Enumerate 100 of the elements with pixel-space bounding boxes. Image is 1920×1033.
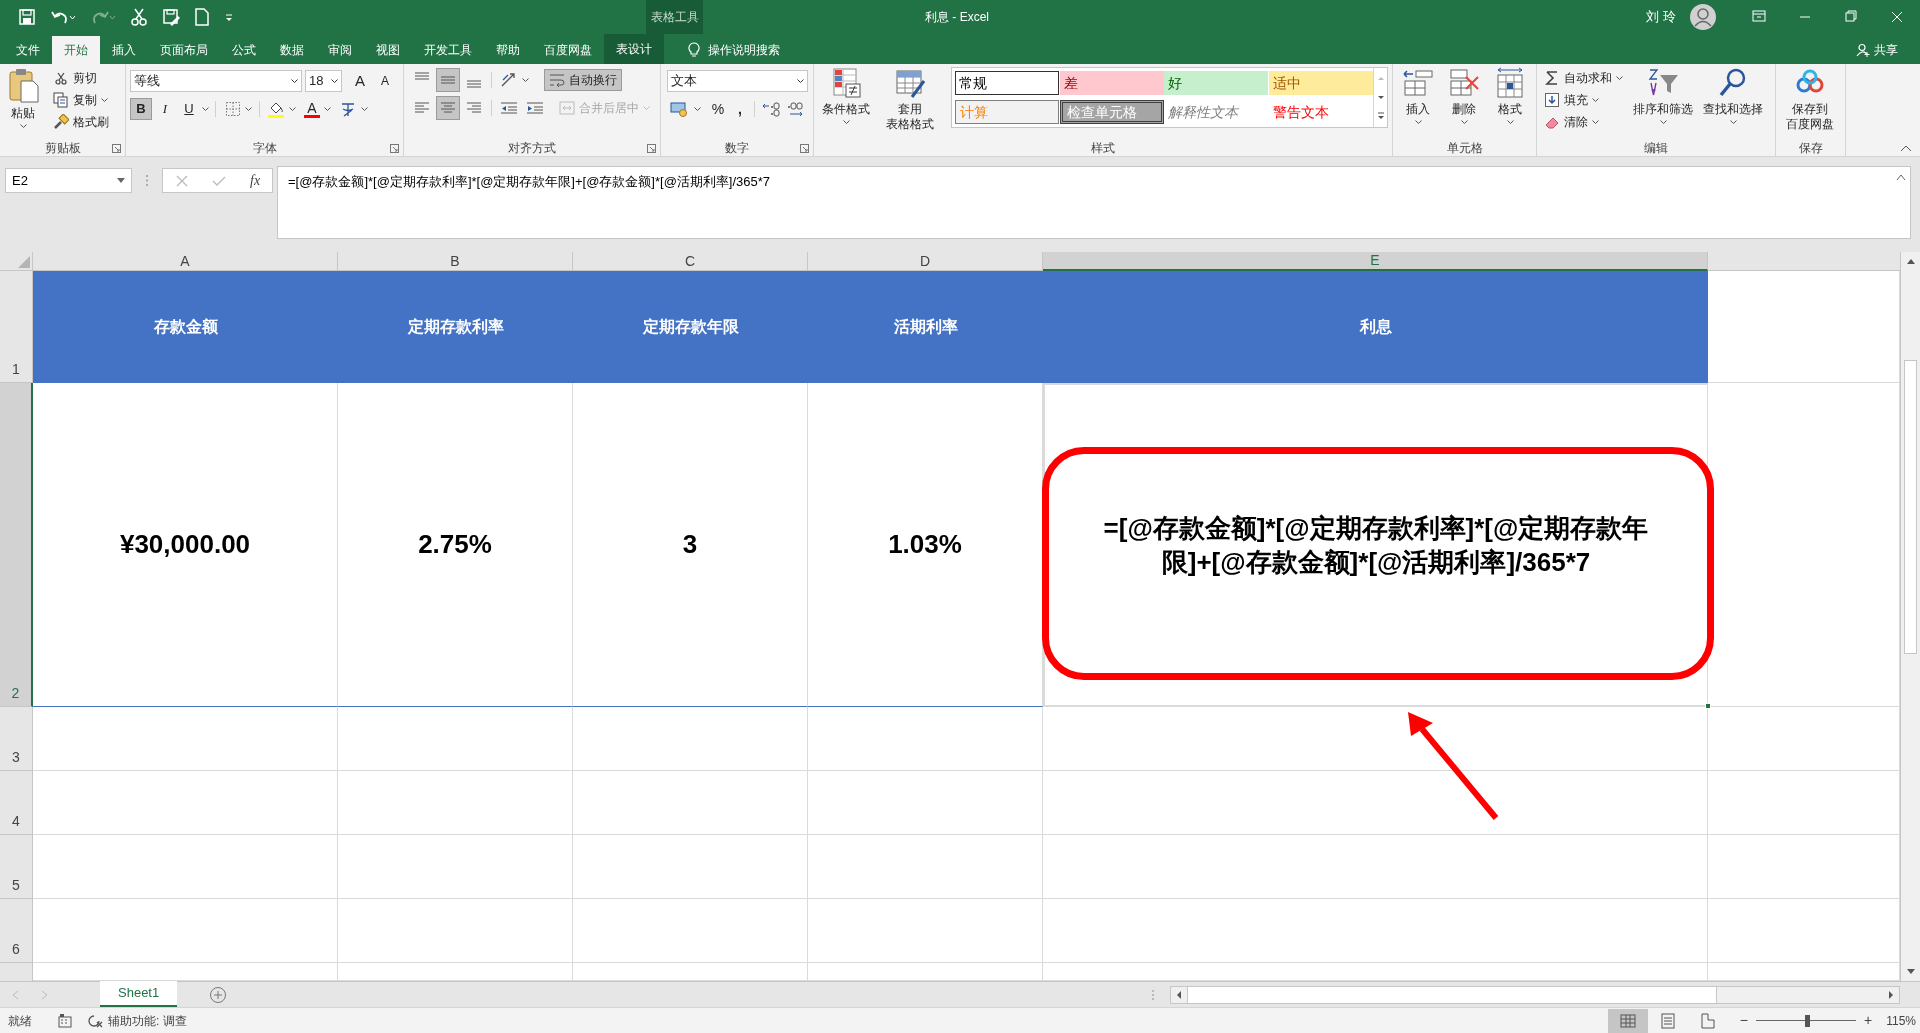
zoom-out-button[interactable]: − <box>1739 1010 1748 1031</box>
find-select-button[interactable]: 查找和选择 <box>1700 67 1766 124</box>
cell-format-icon <box>1494 67 1526 99</box>
slider-thumb[interactable] <box>1805 1014 1810 1027</box>
paint-bucket-icon <box>267 100 285 118</box>
font-color-button[interactable]: A <box>301 98 334 120</box>
ribbon-tab[interactable]: 数据 <box>268 36 316 64</box>
save-icon[interactable] <box>18 8 36 26</box>
ribbon-tab[interactable]: 开发工具 <box>412 36 484 64</box>
cancel-icon[interactable] <box>174 173 189 188</box>
column-header[interactable]: E <box>1043 252 1708 271</box>
avatar[interactable] <box>1690 4 1716 30</box>
autosum-button[interactable]: 自动求和 <box>1541 67 1626 89</box>
insert-button[interactable]: 插入 <box>1397 67 1439 124</box>
table-cell: 1.03% <box>808 383 1043 707</box>
percent-button[interactable]: % <box>708 98 728 120</box>
table-grid-icon <box>830 67 863 99</box>
zoom-slider[interactable] <box>1756 1014 1856 1027</box>
accessibility-status[interactable]: 辅助功能: 调查 <box>88 1011 187 1030</box>
dialog-launcher-icon[interactable] <box>390 144 399 153</box>
conditional-formatting-button[interactable]: 条件格式 <box>818 67 875 124</box>
sigma-icon <box>1544 70 1560 86</box>
tell-me-search[interactable]: 操作说明搜索 <box>688 36 780 64</box>
number-format-dropdown[interactable]: 文本 <box>667 70 808 92</box>
cell-style-item[interactable]: 差 <box>1059 71 1164 95</box>
ribbon-tab[interactable]: 帮助 <box>484 36 532 64</box>
share-button[interactable]: 共享 <box>1856 36 1898 64</box>
clear-button[interactable]: 清除 <box>1541 111 1626 133</box>
dialog-launcher-icon[interactable] <box>112 144 121 153</box>
cell-style-item[interactable]: 常规 <box>955 71 1060 95</box>
ribbon-tab[interactable]: 百度网盘 <box>532 36 604 64</box>
wrap-text-button[interactable]: 自动换行 <box>544 69 622 91</box>
comma-button[interactable]: , <box>732 98 748 120</box>
vertical-align-button[interactable] <box>436 68 460 92</box>
sort-filter-button[interactable]: 排序和筛选 <box>1630 67 1696 124</box>
paste-button[interactable]: 粘贴 <box>4 67 42 128</box>
row-header[interactable]: 2 <box>0 383 33 707</box>
column-header[interactable]: A <box>33 252 338 271</box>
row-header[interactable]: 3 <box>0 707 33 771</box>
zoom-level-button[interactable]: 115% <box>1886 1011 1916 1030</box>
fill-button[interactable]: 填充 <box>1541 89 1626 111</box>
caret-icon <box>522 78 529 82</box>
column-header[interactable]: D <box>808 252 1043 271</box>
save-as-icon[interactable] <box>162 8 180 26</box>
column-header[interactable]: C <box>573 252 808 271</box>
cut-button[interactable]: 剪切 <box>50 67 112 89</box>
cell-style-item[interactable]: 好 <box>1164 71 1269 95</box>
ribbon-tab[interactable]: 视图 <box>364 36 412 64</box>
ribbon-tab[interactable]: 表设计 <box>604 34 664 64</box>
row-header[interactable]: 6 <box>0 899 33 963</box>
bold-button[interactable]: B <box>130 98 152 120</box>
format-as-table-button[interactable]: 套用 表格格式 <box>878 67 942 132</box>
italic-button[interactable]: I <box>154 98 176 120</box>
font-name-dropdown[interactable]: 等线 <box>130 70 302 92</box>
collapse-formula-icon[interactable] <box>1896 173 1906 181</box>
insert-function-button[interactable]: fx <box>250 170 261 191</box>
delete-button[interactable]: 删除 <box>1443 67 1485 124</box>
row-header[interactable]: 5 <box>0 835 33 899</box>
delete-cells-icon <box>1448 67 1480 99</box>
add-sheet-icon[interactable] <box>209 985 228 1004</box>
align-lines-icon <box>415 72 429 80</box>
increase-font-size-button[interactable]: A <box>349 70 371 92</box>
dialog-launcher-icon[interactable] <box>800 144 809 153</box>
vertical-scrollbar-thumb[interactable] <box>1904 360 1917 654</box>
name-box[interactable]: E2 <box>5 168 132 193</box>
fill-handle[interactable] <box>1705 703 1711 709</box>
column-header[interactable]: B <box>338 252 573 271</box>
page-icon[interactable] <box>194 8 210 26</box>
caret-icon <box>1616 76 1623 80</box>
cell-style-item[interactable]: 适中 <box>1268 71 1373 95</box>
dialog-launcher-icon[interactable] <box>647 144 656 153</box>
table-header-cell: 活期利率 <box>808 271 1043 383</box>
horizontal-scrollbar-thumb[interactable] <box>1187 986 1717 1003</box>
macro-record-icon[interactable] <box>58 1013 72 1028</box>
ribbon-tab[interactable]: 公式 <box>220 36 268 64</box>
table-header-cell: 定期存款利率 <box>338 271 573 383</box>
ribbon-tab[interactable]: 插入 <box>100 36 148 64</box>
normal-view-button[interactable] <box>1607 1008 1648 1033</box>
sheet-tab[interactable]: Sheet1 <box>100 980 178 1008</box>
zoom-in-button[interactable]: + <box>1864 1010 1873 1031</box>
format-button[interactable]: 格式 <box>1489 67 1531 124</box>
row-header[interactable]: 1 <box>0 271 33 383</box>
caret-icon <box>842 120 850 124</box>
format-painter-button[interactable]: 格式刷 <box>50 111 112 133</box>
scissors-icon[interactable] <box>130 8 148 26</box>
ribbon-tab[interactable]: 审阅 <box>316 36 364 64</box>
ribbon-tab[interactable]: 开始 <box>52 36 100 64</box>
font-size-dropdown[interactable]: 18 <box>305 70 342 92</box>
underline-button[interactable]: U <box>178 98 200 120</box>
horizontal-align-button[interactable] <box>436 96 460 120</box>
decrease-decimal-icon[interactable] <box>785 100 805 118</box>
ribbon-tab[interactable]: 文件 <box>4 36 52 64</box>
collapse-ribbon-icon[interactable] <box>1900 144 1912 152</box>
formula-input[interactable]: =[@存款金额]*[@定期存款利率]*[@定期存款年限]+[@存款金额]*[@活期利率]/365*7 <box>277 166 1911 239</box>
increase-decimal-icon[interactable] <box>761 100 781 118</box>
ribbon-tab[interactable]: 页面布局 <box>148 36 220 64</box>
copy-button[interactable]: 复制 <box>50 89 112 111</box>
decrease-font-size-button[interactable]: A <box>374 70 396 92</box>
save-to-cloud-button[interactable]: 保存到 百度网盘 <box>1780 67 1840 132</box>
row-header[interactable]: 4 <box>0 771 33 835</box>
